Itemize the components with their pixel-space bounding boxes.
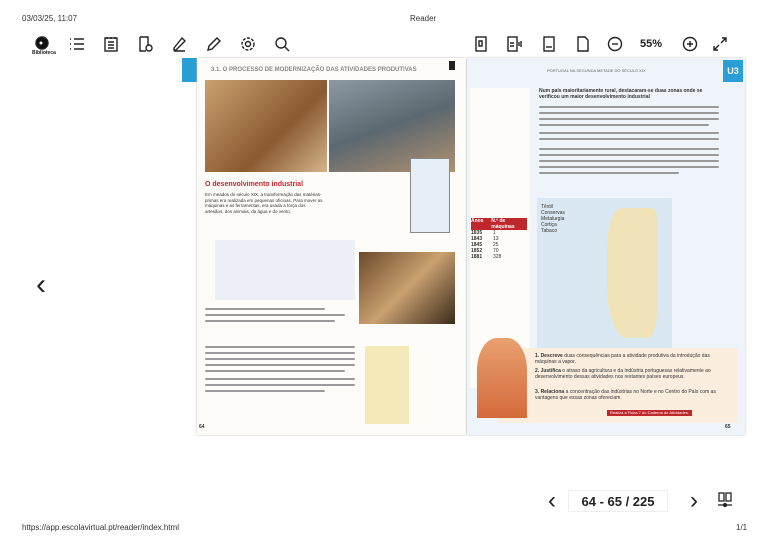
- settings-button[interactable]: [239, 34, 257, 54]
- zoom-level: 55%: [639, 38, 663, 50]
- concept-box: [365, 346, 409, 424]
- search-button[interactable]: [273, 34, 291, 54]
- steam-engine-diagram: [402, 88, 460, 268]
- map-legend: Têxtil Conservas Metalurgia Cortiça Tabaco: [541, 204, 565, 234]
- unit-badge: U3: [723, 60, 743, 82]
- workbook-reference[interactable]: Realiza a Ficha 7 do Caderno de Atividad…: [607, 410, 692, 416]
- audio-book-button[interactable]: [505, 34, 525, 54]
- single-page-button[interactable]: [574, 34, 592, 54]
- left-page: 3.1. O PROCESSO DE MODERNIZAÇÃO DAS ATIV…: [197, 58, 466, 435]
- list-icon: [70, 38, 84, 50]
- right-page: PORTUGAL NA SEGUNDA METADE DO SÉCULO XIX…: [467, 58, 745, 435]
- resources-icon: [139, 36, 153, 52]
- pager-prev-button[interactable]: ‹: [548, 486, 556, 516]
- machines-table: Anos N.º de máquinas 1835 1 1843 13 1845 25 …: [471, 218, 527, 260]
- page-indicator[interactable]: 64 - 65 / 225: [568, 490, 668, 512]
- digital-book-button[interactable]: [472, 34, 490, 54]
- notes-button[interactable]: [102, 34, 120, 54]
- print-datetime: 03/03/25, 11:07: [22, 14, 78, 23]
- fit-width-button[interactable]: [540, 34, 558, 54]
- library-label: Biblioteca: [32, 50, 56, 56]
- right-running-header: PORTUGAL NA SEGUNDA METADE DO SÉCULO XIX: [547, 68, 646, 73]
- fullscreen-icon: [713, 37, 727, 51]
- search-icon: [275, 37, 290, 52]
- quote-box: [215, 240, 355, 300]
- previous-page-arrow[interactable]: ‹: [36, 270, 46, 300]
- digital-book-icon: [475, 36, 487, 52]
- resources-button[interactable]: [136, 34, 154, 54]
- double-page-toggle[interactable]: [717, 492, 733, 515]
- audio-book-icon: [507, 36, 522, 52]
- left-running-header: 3.1. O PROCESSO DE MODERNIZAÇÃO DAS ATIV…: [211, 67, 417, 73]
- industry-map: Têxtil Conservas Metalurgia Cortiça Tabaco: [537, 198, 672, 348]
- single-page-icon: [577, 36, 589, 52]
- bookmark-icon[interactable]: [449, 61, 455, 70]
- settings-icon: [241, 37, 255, 51]
- zoom-out-icon: [607, 36, 623, 52]
- section-intro: Em meados do século XIX, a transformação…: [205, 192, 323, 214]
- toc-button[interactable]: [68, 34, 86, 54]
- print-url: https://app.escolavirtual.pt/reader/inde…: [22, 523, 179, 532]
- print-title: Reader: [410, 14, 437, 23]
- highlighter-button[interactable]: [170, 34, 188, 54]
- fit-width-icon: [543, 36, 555, 52]
- section-title: O desenvolvimento industrial: [205, 181, 304, 188]
- zoom-in-icon: [682, 36, 698, 52]
- pencil-icon: [207, 37, 221, 51]
- zoom-out-button[interactable]: [606, 34, 624, 54]
- highlighter-icon: [173, 36, 186, 52]
- tasks-box: 1. Descreve duas consequências para a at…: [477, 338, 737, 423]
- left-page-number: 64: [199, 424, 205, 430]
- right-page-number: 65: [725, 424, 731, 430]
- print-page: 1/1: [736, 523, 748, 532]
- zoom-in-button[interactable]: [681, 34, 699, 54]
- pencil-button[interactable]: [204, 34, 222, 54]
- pager-next-button[interactable]: ›: [690, 486, 698, 516]
- workshop-image: [205, 80, 327, 172]
- fullscreen-button[interactable]: [711, 34, 729, 54]
- notes-icon: [104, 37, 118, 52]
- double-page-icon: [718, 492, 732, 508]
- right-intro: Num país maioritariamente rural, destaca…: [539, 88, 703, 100]
